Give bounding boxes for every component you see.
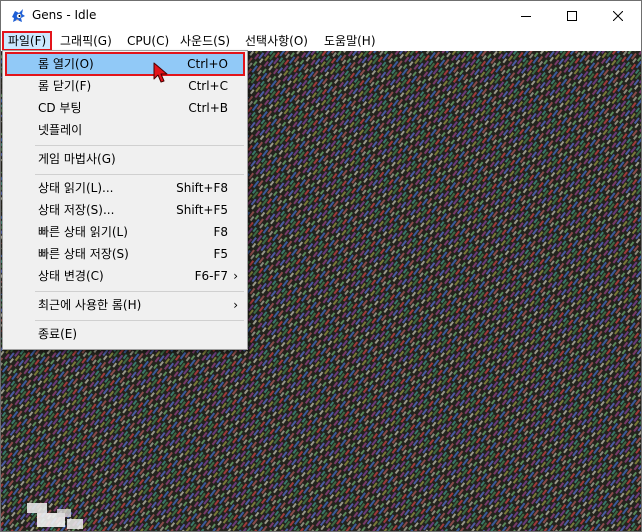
menu-item-label: CD 부팅 xyxy=(38,101,82,115)
menu-item-shortcut: Shift+F8 xyxy=(176,181,228,195)
menu-item-label: 빠른 상태 저장(S) xyxy=(38,247,129,261)
menu-item-load-state[interactable]: 상태 읽기(L)... Shift+F8 xyxy=(6,177,244,199)
menu-item-label: 빠른 상태 읽기(L) xyxy=(38,225,128,239)
menu-separator xyxy=(35,174,244,175)
window-title: Gens - Idle xyxy=(32,8,97,22)
menu-item-label: 상태 저장(S)... xyxy=(38,203,115,217)
menu-sound[interactable]: 사운드(S) xyxy=(180,31,230,51)
minimize-button[interactable] xyxy=(503,1,549,31)
menu-item-close-rom[interactable]: 롬 닫기(F) Ctrl+C xyxy=(6,75,244,97)
menu-item-shortcut: Ctrl+C xyxy=(188,79,228,93)
menu-item-open-rom[interactable]: 롬 열기(O) Ctrl+O xyxy=(5,52,245,76)
close-icon xyxy=(613,11,623,21)
menu-help[interactable]: 도움말(H) xyxy=(324,31,376,51)
menu-item-save-state[interactable]: 상태 저장(S)... Shift+F5 xyxy=(6,199,244,221)
menu-options[interactable]: 선택사항(O) xyxy=(245,31,308,51)
menu-graphics[interactable]: 그래픽(G) xyxy=(60,31,112,51)
menu-item-label: 게임 마법사(G) xyxy=(38,152,116,166)
menu-item-label: 상태 변경(C) xyxy=(38,269,104,283)
menu-item-game-genie[interactable]: 게임 마법사(G) xyxy=(6,148,244,170)
menu-separator xyxy=(35,145,244,146)
menu-item-change-state[interactable]: 상태 변경(C) F6-F7 › xyxy=(6,265,244,287)
menu-item-label: 최근에 사용한 롬(H) xyxy=(38,298,142,312)
menu-cpu[interactable]: CPU(C) xyxy=(127,31,169,51)
menu-item-quick-save[interactable]: 빠른 상태 저장(S) F5 xyxy=(6,243,244,265)
menu-item-label: 상태 읽기(L)... xyxy=(38,181,114,195)
maximize-icon xyxy=(567,11,577,21)
mouse-cursor-icon xyxy=(153,62,168,83)
close-button[interactable] xyxy=(595,1,641,31)
menu-item-label: 종료(E) xyxy=(38,327,78,341)
chevron-right-icon: › xyxy=(233,298,238,312)
chevron-right-icon: › xyxy=(233,269,238,283)
gens-window: Gens - Idle 파일(F) 그래픽(G) CPU(C) 사운드(S) 선… xyxy=(0,0,642,532)
menu-item-recent-roms[interactable]: 최근에 사용한 롬(H) › xyxy=(6,294,244,316)
menu-item-exit[interactable]: 종료(E) xyxy=(6,323,244,345)
menu-item-label: 롬 닫기(F) xyxy=(38,79,92,93)
menu-item-quick-load[interactable]: 빠른 상태 읽기(L) F8 xyxy=(6,221,244,243)
menu-item-shortcut: F6-F7 xyxy=(194,269,228,283)
menu-item-shortcut: F8 xyxy=(213,225,228,239)
menu-file[interactable]: 파일(F) xyxy=(2,31,52,51)
menu-item-shortcut: Ctrl+B xyxy=(188,101,228,115)
title-bar[interactable]: Gens - Idle xyxy=(1,1,641,31)
menu-item-shortcut: F5 xyxy=(213,247,228,261)
menu-item-shortcut: Ctrl+O xyxy=(187,57,228,71)
minimize-icon xyxy=(521,16,531,17)
menu-separator xyxy=(35,291,244,292)
menu-bar: 파일(F) 그래픽(G) CPU(C) 사운드(S) 선택사항(O) 도움말(H… xyxy=(1,31,641,51)
menu-item-label: 넷플레이 xyxy=(38,123,83,137)
maximize-button[interactable] xyxy=(549,1,595,31)
menu-item-boot-cd[interactable]: CD 부팅 Ctrl+B xyxy=(6,97,244,119)
menu-separator xyxy=(35,320,244,321)
menu-item-shortcut: Shift+F5 xyxy=(176,203,228,217)
sonic-icon xyxy=(10,8,26,24)
menu-item-label: 롬 열기(O) xyxy=(38,57,94,71)
file-menu-dropdown: 롬 열기(O) Ctrl+O 롬 닫기(F) Ctrl+C CD 부팅 Ctrl… xyxy=(2,50,248,350)
menu-item-netplay[interactable]: 넷플레이 xyxy=(6,119,244,141)
